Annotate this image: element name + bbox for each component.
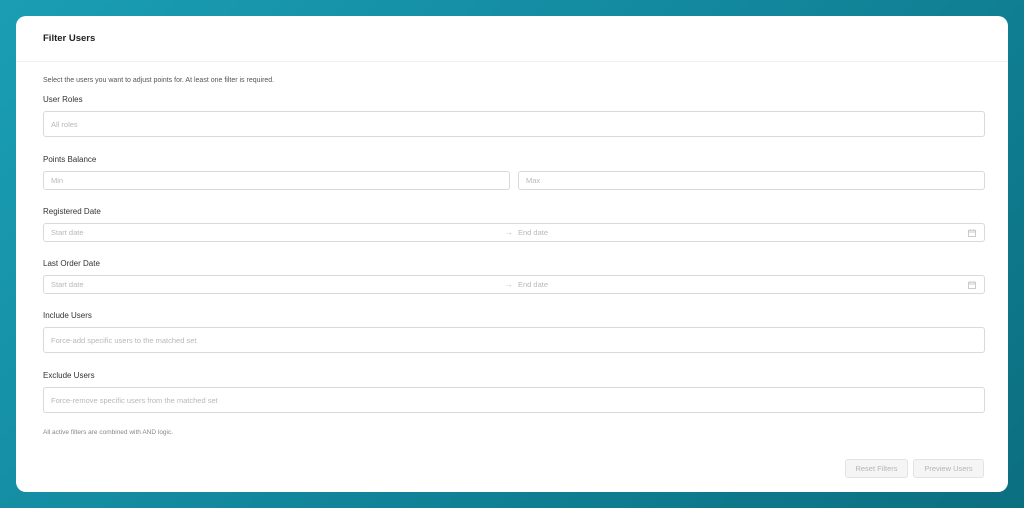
arrow-right-icon: → [505,228,513,237]
registered-start-date[interactable]: Start date [51,228,84,237]
last-order-start-date[interactable]: Start date [51,280,84,289]
include-users-select[interactable]: Force-add specific users to the matched … [43,327,985,353]
registered-date-label: Registered Date [43,207,101,216]
card-title: Filter Users [43,33,96,44]
calendar-icon[interactable] [968,229,976,239]
user-roles-label: User Roles [43,95,83,104]
points-max-input[interactable]: Max [518,171,985,190]
preview-users-button[interactable]: Preview Users [913,459,984,478]
registered-end-date[interactable]: End date [518,228,548,237]
points-max-placeholder: Max [526,176,541,185]
include-users-label: Include Users [43,311,92,320]
user-roles-placeholder: All roles [51,119,78,129]
points-balance-label: Points Balance [43,155,97,164]
card-header: Filter Users [16,16,1008,62]
exclude-users-label: Exclude Users [43,371,95,380]
arrow-right-icon: → [505,280,513,289]
include-users-placeholder: Force-add specific users to the matched … [51,335,197,345]
points-min-input[interactable]: Min [43,171,510,190]
last-order-date-range-picker[interactable]: Start date → End date [43,275,985,294]
last-order-end-date[interactable]: End date [518,280,548,289]
points-balance-row: Min Max [43,171,985,190]
filter-users-card: Filter Users Select the users you want t… [16,16,1008,492]
last-order-date-label: Last Order Date [43,259,100,268]
exclude-users-select[interactable]: Force-remove specific users from the mat… [43,387,985,413]
points-min-placeholder: Min [51,176,64,185]
calendar-icon[interactable] [968,281,976,291]
reset-filters-button[interactable]: Reset Filters [845,459,908,478]
exclude-users-placeholder: Force-remove specific users from the mat… [51,395,218,405]
description-text: Select the users you want to adjust poin… [43,77,275,84]
and-logic-note: All active filters are combined with AND… [43,429,174,436]
card-actions: Reset Filters Preview Users [845,459,984,478]
registered-date-range-picker[interactable]: Start date → End date [43,223,985,242]
card-body: Select the users you want to adjust poin… [16,62,1008,436]
user-roles-select[interactable]: All roles [43,111,985,137]
